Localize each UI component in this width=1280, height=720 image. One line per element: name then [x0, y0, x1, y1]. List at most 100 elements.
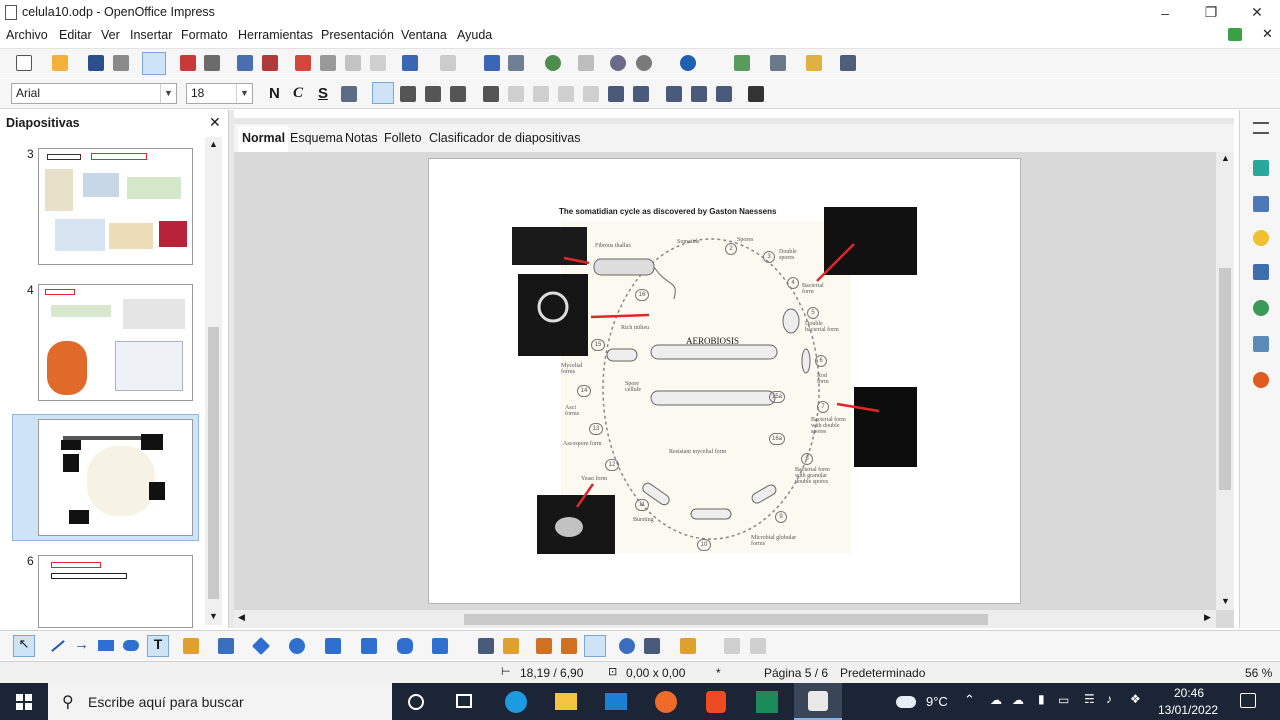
- spellcheck-icon[interactable]: [237, 55, 253, 71]
- sidebar-menu-icon[interactable]: [1253, 122, 1269, 134]
- rectangle-icon[interactable]: [98, 640, 114, 651]
- zoom-level[interactable]: 56 %: [1245, 666, 1272, 680]
- clock-time[interactable]: 20:46: [1174, 686, 1204, 700]
- basic-shapes-icon[interactable]: [251, 636, 271, 656]
- demote-icon[interactable]: [533, 86, 549, 102]
- volume-icon[interactable]: ♪: [1106, 692, 1112, 706]
- network-icon[interactable]: ☁: [990, 693, 1002, 707]
- help-icon[interactable]: [680, 55, 696, 71]
- italic-button[interactable]: C: [293, 85, 303, 102]
- transition-icon[interactable]: [1253, 264, 1269, 280]
- extrusion-icon[interactable]: [584, 635, 606, 657]
- font-name-combo[interactable]: Arial ▼: [11, 83, 177, 104]
- export-pdf-icon[interactable]: [180, 55, 196, 71]
- decrease-spacing-icon[interactable]: [633, 86, 649, 102]
- scroll-down-icon[interactable]: ▼: [209, 611, 218, 621]
- grid-icon[interactable]: [578, 55, 594, 71]
- scroll-right-icon[interactable]: ▶: [1204, 612, 1211, 623]
- move-up-icon[interactable]: [558, 86, 574, 102]
- scroll-thumb[interactable]: [208, 327, 219, 599]
- menu-formato[interactable]: Formato: [181, 28, 228, 42]
- grow-font-icon[interactable]: [666, 86, 682, 102]
- scroll-left-icon[interactable]: ◀: [238, 612, 245, 623]
- print-icon[interactable]: [204, 55, 220, 71]
- edit-mode-icon[interactable]: [142, 52, 166, 75]
- stars-icon[interactable]: [432, 638, 448, 654]
- slide-layout-icon[interactable]: [770, 55, 786, 71]
- text-tool-icon[interactable]: T: [147, 635, 169, 657]
- flowchart-icon[interactable]: [361, 638, 377, 654]
- menu-ventana[interactable]: Ventana: [401, 28, 447, 42]
- symbol-shapes-icon[interactable]: [289, 638, 305, 654]
- gallery-icon[interactable]: [1253, 336, 1269, 352]
- current-slide[interactable]: The somatidian cycle as discovered by Ga…: [428, 158, 1021, 604]
- new-document-icon[interactable]: [16, 55, 32, 71]
- menu-ayuda[interactable]: Ayuda: [457, 28, 492, 42]
- task-view-icon[interactable]: [456, 694, 472, 708]
- slide-thumbnail-4[interactable]: [38, 284, 193, 401]
- brave-icon[interactable]: [706, 691, 726, 713]
- scroll-up-icon[interactable]: ▲: [209, 139, 218, 149]
- tab-folleto[interactable]: Folleto: [384, 131, 422, 145]
- windows-start-icon[interactable]: [16, 694, 32, 710]
- search-box[interactable]: ⚲ Escribe aquí para buscar: [48, 683, 392, 720]
- navigator-icon[interactable]: [610, 55, 626, 71]
- arrange-icon[interactable]: [680, 638, 696, 654]
- chevron-down-icon[interactable]: ▼: [160, 84, 176, 103]
- slide-thumbnail-5[interactable]: [38, 419, 193, 536]
- restore-button[interactable]: ❐: [1188, 0, 1234, 25]
- close-document-icon[interactable]: ✕: [1262, 26, 1273, 42]
- bold-button[interactable]: N: [269, 85, 280, 102]
- undo-icon[interactable]: [402, 55, 418, 71]
- properties-icon[interactable]: [1253, 160, 1269, 176]
- cortana-icon[interactable]: [408, 694, 424, 710]
- scroll-up-icon[interactable]: ▲: [1221, 153, 1230, 163]
- align-center-icon[interactable]: [400, 86, 416, 102]
- font-color-icon[interactable]: [748, 86, 764, 102]
- tab-esquema[interactable]: Esquema: [290, 131, 343, 145]
- shadow-toggle-icon[interactable]: [750, 638, 766, 654]
- glue-icon[interactable]: [724, 638, 740, 654]
- firefox-icon[interactable]: [655, 691, 677, 713]
- arrow-line-icon[interactable]: →: [74, 636, 89, 653]
- tray-chevron-icon[interactable]: ⌃: [964, 692, 975, 708]
- app-tray-icon[interactable]: ❖: [1130, 692, 1141, 706]
- alignment-icon[interactable]: [644, 638, 660, 654]
- chevron-down-icon[interactable]: ▼: [236, 84, 252, 103]
- tab-notas[interactable]: Notas: [345, 131, 378, 145]
- from-file-icon[interactable]: [536, 638, 552, 654]
- gallery-toggle-icon[interactable]: [561, 638, 577, 654]
- shadow-icon[interactable]: [341, 86, 357, 102]
- onedrive-icon[interactable]: ☁: [1012, 693, 1024, 707]
- cut-icon[interactable]: [295, 55, 311, 71]
- menu-ver[interactable]: Ver: [101, 28, 120, 42]
- tab-normal[interactable]: Normal: [242, 131, 285, 145]
- file-explorer-icon[interactable]: [555, 693, 577, 710]
- curve-icon[interactable]: [183, 638, 199, 654]
- autospell-icon[interactable]: [262, 55, 278, 71]
- paste-icon[interactable]: [345, 55, 361, 71]
- slideshow-icon[interactable]: [840, 55, 856, 71]
- menu-herramientas[interactable]: Herramientas: [238, 28, 313, 42]
- align-left-icon[interactable]: [372, 82, 394, 104]
- menu-insertar[interactable]: Insertar: [130, 28, 172, 42]
- save-icon[interactable]: [88, 55, 104, 71]
- font-size-combo[interactable]: 18 ▼: [186, 83, 253, 104]
- justify-icon[interactable]: [450, 86, 466, 102]
- notification-icon[interactable]: [1240, 693, 1256, 708]
- align-right-icon[interactable]: [425, 86, 441, 102]
- underline-button[interactable]: S: [318, 85, 328, 102]
- scroll-thumb[interactable]: [464, 614, 988, 625]
- line-icon[interactable]: [51, 640, 65, 652]
- move-down-icon[interactable]: [583, 86, 599, 102]
- master-pages-icon[interactable]: [1253, 196, 1269, 212]
- connector-icon[interactable]: [218, 638, 234, 654]
- update-icon[interactable]: [1228, 28, 1242, 41]
- horizontal-scrollbar[interactable]: ◀ ▶: [234, 610, 1216, 628]
- styles-icon[interactable]: [1253, 300, 1269, 316]
- panel-scrollbar[interactable]: ▲ ▼: [205, 137, 222, 625]
- clock-date[interactable]: 13/01/2022: [1158, 703, 1218, 717]
- menu-presentacion[interactable]: Presentación: [321, 28, 394, 42]
- tab-clasificador[interactable]: Clasificador de diapositivas: [429, 131, 580, 145]
- scroll-down-icon[interactable]: ▼: [1221, 596, 1230, 606]
